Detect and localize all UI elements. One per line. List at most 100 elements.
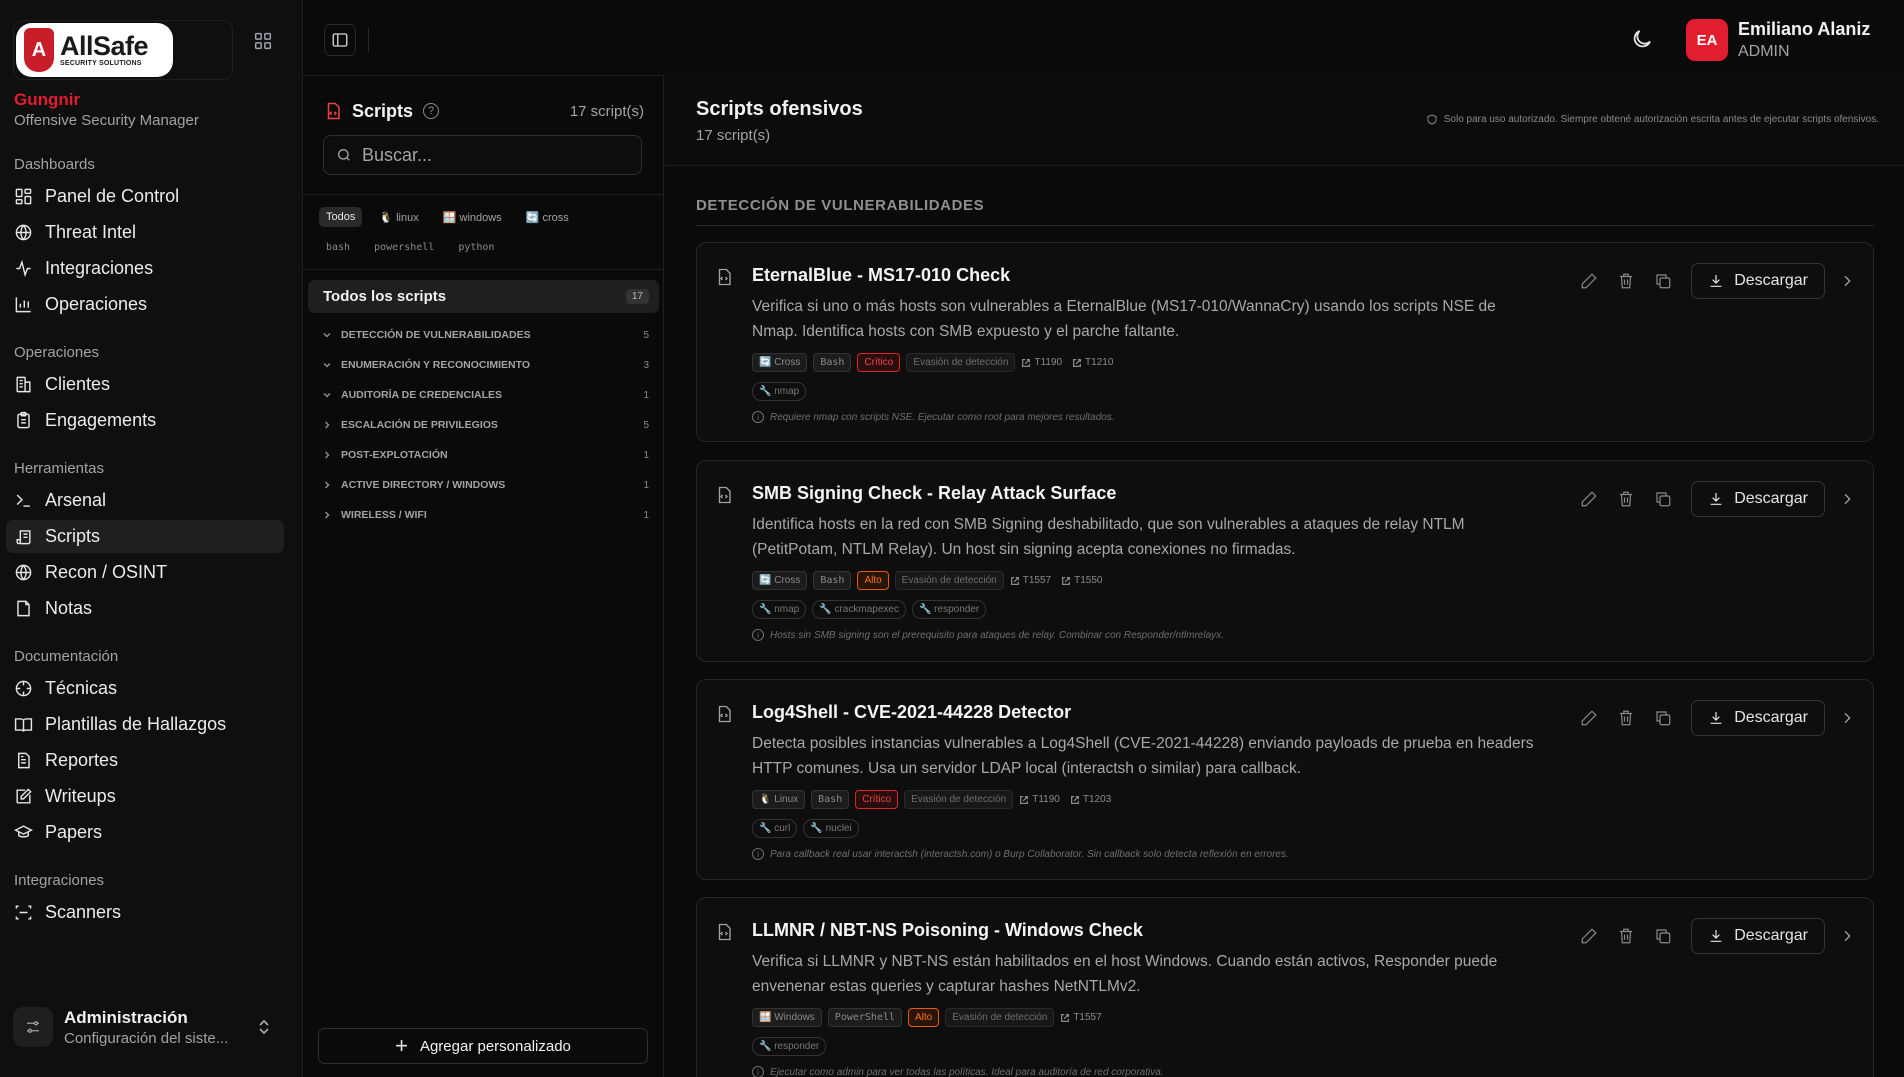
copy-icon[interactable] [1654, 490, 1672, 508]
download-button[interactable]: Descargar [1691, 263, 1825, 299]
building-icon [16, 376, 31, 393]
logo-tagline: SECURITY SOLUTIONS [60, 60, 142, 67]
category-count: 5 [643, 419, 649, 431]
technique-link[interactable]: T1203 [1070, 794, 1111, 805]
sidebar: A AllSafe SECURITY SOLUTIONS Gungnir Off… [0, 0, 303, 1077]
external-link-icon [1022, 358, 1031, 367]
info-icon: i [752, 629, 764, 641]
technique-link[interactable]: T1190 [1019, 794, 1060, 805]
user-name[interactable]: Emiliano Alaniz [1738, 19, 1870, 40]
download-button[interactable]: Descargar [1691, 481, 1825, 517]
chevron-right-icon[interactable] [1839, 273, 1855, 289]
technique-link[interactable]: T1190 [1021, 357, 1062, 368]
authorization-notice: Solo para uso autorizado. Siempre obtené… [1426, 113, 1879, 126]
copy-icon[interactable] [1654, 927, 1672, 945]
filter-linux[interactable]: 🐧 linux [372, 207, 425, 228]
chevron-right-icon[interactable] [1839, 710, 1855, 726]
nav-group-label: Documentación [14, 647, 119, 665]
search-input[interactable] [362, 144, 632, 166]
filter-todos[interactable]: Todos [319, 207, 363, 227]
nav-item-plantillas[interactable]: Plantillas de Hallazgos [6, 708, 284, 741]
category-item[interactable]: AUDITORÍA DE CREDENCIALES 1 [303, 380, 664, 410]
copy-icon[interactable] [1654, 709, 1672, 727]
nav-item-label: Papers [45, 822, 103, 842]
technique-link[interactable]: T1557 [1010, 575, 1051, 586]
filter-bash[interactable]: bash [319, 238, 357, 257]
file-code-icon [718, 486, 731, 504]
language-tag: Bash [813, 353, 852, 372]
download-button[interactable]: Descargar [1691, 700, 1825, 736]
download-button[interactable]: Descargar [1691, 918, 1825, 954]
nav-item-engagements[interactable]: Engagements [6, 404, 284, 437]
nav-item-notas[interactable]: Notas [6, 592, 284, 625]
filter-python[interactable]: python [451, 238, 501, 257]
sidebar-toggle-button[interactable] [324, 24, 356, 56]
edit-icon[interactable] [1580, 927, 1598, 945]
technique-link[interactable]: T1557 [1060, 1012, 1102, 1023]
nav-item-arsenal[interactable]: Arsenal [6, 484, 284, 517]
nav-group-label: Herramientas [14, 459, 105, 477]
top-bar: EA Emiliano Alaniz ADMIN [303, 0, 1904, 75]
trash-icon[interactable] [1617, 709, 1635, 727]
page-subtitle: 17 script(s) [696, 127, 771, 144]
script-card[interactable]: SMB Signing Check - Relay Attack Surface… [696, 460, 1874, 662]
script-card[interactable]: EternalBlue - MS17-010 Check Verifica si… [696, 242, 1874, 442]
download-icon [1710, 493, 1722, 505]
edit-icon[interactable] [1580, 490, 1598, 508]
nav-item-threat-intel[interactable]: Threat Intel [6, 216, 284, 249]
admin-menu[interactable]: Administración Configuración del siste..… [13, 1004, 291, 1050]
team-switcher[interactable]: A AllSafe SECURITY SOLUTIONS [13, 20, 233, 80]
grid-icon[interactable] [252, 30, 274, 52]
nav-item-papers[interactable]: Papers [6, 816, 284, 849]
nav-item-writeups[interactable]: Writeups [6, 780, 284, 813]
nav-item-scripts[interactable]: Scripts [6, 520, 284, 553]
evasion-tag: Evasión de detección [945, 1008, 1055, 1027]
category-item[interactable]: DETECCIÓN DE VULNERABILIDADES 5 [303, 320, 664, 350]
all-scripts-item[interactable]: Todos los scripts 17 [308, 280, 659, 313]
panel-title: Scripts [352, 100, 414, 121]
category-item[interactable]: ESCALACIÓN DE PRIVILEGIOS 5 [303, 410, 664, 440]
moon-icon[interactable] [1630, 27, 1654, 51]
script-description: Identifica hosts en la red con SMB Signi… [752, 516, 1465, 558]
technique-link[interactable]: T1210 [1072, 357, 1113, 368]
edit-icon[interactable] [1580, 272, 1598, 290]
chevron-right-icon[interactable] [1839, 928, 1855, 944]
nav-item-recon-osint[interactable]: Recon / OSINT [6, 556, 284, 589]
nav-item-scanners[interactable]: Scanners [6, 896, 284, 929]
nav-item-panel-de-control[interactable]: Panel de Control [6, 180, 284, 213]
nav-item-integraciones[interactable]: Integraciones [6, 252, 284, 285]
book-open-icon [14, 718, 33, 732]
copy-icon[interactable] [1654, 272, 1672, 290]
file-code-icon [718, 705, 731, 723]
help-icon[interactable]: ? [423, 103, 440, 119]
category-item[interactable]: WIRELESS / WIFI 1 [303, 500, 664, 530]
chevron-right-icon[interactable] [1839, 491, 1855, 507]
edit-icon[interactable] [1580, 709, 1598, 727]
filter-windows[interactable]: 🪟 windows [436, 207, 509, 228]
chevron-down-icon [323, 332, 331, 338]
scripts-panel: Scripts ? 17 script(s) Todos 🐧 linux 🪟 w… [303, 75, 664, 1077]
category-item[interactable]: ENUMERACIÓN Y RECONOCIMIENTO 3 [303, 350, 664, 380]
trash-icon[interactable] [1617, 272, 1635, 290]
allsafe-logo: A AllSafe SECURITY SOLUTIONS [16, 23, 173, 77]
nav-item-clientes[interactable]: Clientes [6, 368, 284, 401]
filter-powershell[interactable]: powershell [367, 238, 441, 257]
nav-item-operaciones[interactable]: Operaciones [6, 288, 284, 321]
add-custom-button[interactable]: + Agregar personalizado [318, 1028, 648, 1064]
nav-item-reportes[interactable]: Reportes [6, 744, 284, 777]
category-item[interactable]: ACTIVE DIRECTORY / WINDOWS 1 [303, 470, 664, 500]
trash-icon[interactable] [1617, 927, 1635, 945]
scan-icon [15, 905, 32, 920]
trash-icon[interactable] [1617, 490, 1635, 508]
technique-link[interactable]: T1550 [1061, 575, 1102, 586]
avatar[interactable]: EA [1686, 19, 1728, 61]
script-card[interactable]: LLMNR / NBT-NS Poisoning - Windows Check… [696, 897, 1874, 1077]
evasion-tag: Evasión de detección [906, 353, 1016, 372]
category-item[interactable]: POST-EXPLOTACIÓN 1 [303, 440, 664, 470]
nav-item-label: Técnicas [45, 678, 118, 698]
nav-item-tecnicas[interactable]: Técnicas [6, 672, 284, 705]
filter-cross[interactable]: 🔄 cross [519, 207, 576, 228]
script-note: i Hosts sin SMB signing son el prerequisi… [752, 629, 1224, 641]
filters: Todos 🐧 linux 🪟 windows 🔄 cross bash pow… [319, 206, 649, 266]
script-card[interactable]: Log4Shell - CVE-2021-44228 Detector Dete… [696, 679, 1874, 880]
